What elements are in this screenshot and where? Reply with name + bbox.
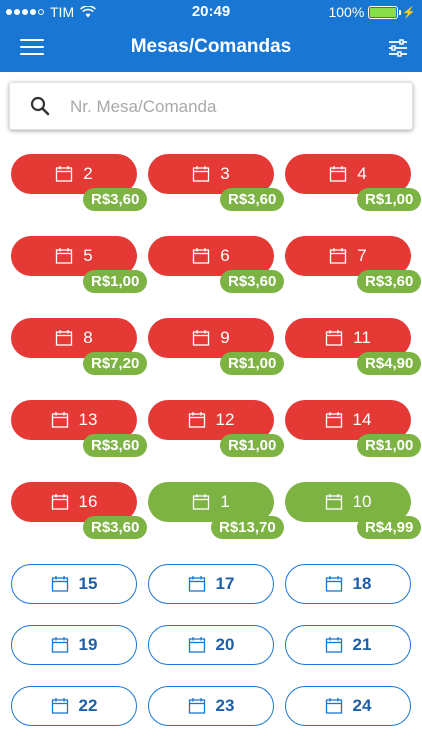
calendar-icon [192,493,210,511]
table-number: 23 [215,696,235,715]
table-amount-badge: R$4,99 [357,516,422,539]
table-24-button[interactable]: 24 [285,686,411,726]
calendar-icon [51,493,69,511]
calendar-icon [192,165,210,183]
table-amount-badge: R$3,60 [83,188,148,211]
calendar-icon [51,575,69,593]
table-18-button[interactable]: 18 [285,564,411,604]
table-20-button[interactable]: 20 [148,625,274,665]
table-17-button[interactable]: 17 [148,564,274,604]
table-amount-badge: R$3,60 [220,188,285,211]
table-number: 8 [83,328,93,347]
table-number: 15 [78,574,98,593]
calendar-icon [188,411,206,429]
table-number: 24 [352,696,372,715]
table-number: 14 [352,410,372,429]
table-number: 12 [215,410,235,429]
table-number: 5 [83,246,93,265]
table-22-button[interactable]: 22 [11,686,137,726]
calendar-icon [55,165,73,183]
table-number: 7 [357,246,367,265]
table-number: 19 [78,635,98,654]
table-amount-badge: R$3,60 [220,270,285,293]
calendar-icon [325,575,343,593]
tables-grid: 2 R$3,60 3 R$3,60 4 R$1,00 5 R$1,00 6 R$3,60 7 R$3,… [0,0,422,750]
calendar-icon [325,493,343,511]
table-amount-badge: R$13,70 [211,516,284,539]
table-amount-badge: R$4,90 [357,352,422,375]
table-number: 20 [215,635,235,654]
table-19-button[interactable]: 19 [11,625,137,665]
calendar-icon [188,697,206,715]
table-number: 2 [83,164,93,183]
calendar-icon [329,165,347,183]
calendar-icon [51,697,69,715]
calendar-icon [51,411,69,429]
table-amount-badge: R$3,60 [83,434,148,457]
calendar-icon [325,329,343,347]
table-number: 9 [220,328,230,347]
calendar-icon [55,247,73,265]
calendar-icon [188,636,206,654]
table-amount-badge: R$1,00 [357,434,422,457]
table-amount-badge: R$1,00 [83,270,148,293]
table-number: 6 [220,246,230,265]
table-number: 16 [78,492,98,511]
table-number: 13 [78,410,98,429]
table-number: 22 [78,696,98,715]
table-number: 17 [215,574,235,593]
calendar-icon [188,575,206,593]
table-amount-badge: R$3,60 [357,270,422,293]
table-number: 10 [352,492,372,511]
table-number: 3 [220,164,230,183]
table-amount-badge: R$1,00 [357,188,422,211]
table-23-button[interactable]: 23 [148,686,274,726]
table-number: 11 [353,328,371,347]
calendar-icon [325,697,343,715]
calendar-icon [325,636,343,654]
calendar-icon [192,329,210,347]
table-amount-badge: R$3,60 [83,516,148,539]
table-number: 4 [357,164,367,183]
calendar-icon [55,329,73,347]
table-number: 1 [220,492,230,511]
calendar-icon [325,411,343,429]
table-number: 21 [352,635,372,654]
calendar-icon [192,247,210,265]
calendar-icon [51,636,69,654]
table-amount-badge: R$1,00 [220,352,285,375]
table-amount-badge: R$7,20 [83,352,148,375]
table-21-button[interactable]: 21 [285,625,411,665]
calendar-icon [329,247,347,265]
table-number: 18 [352,574,372,593]
table-15-button[interactable]: 15 [11,564,137,604]
table-amount-badge: R$1,00 [220,434,285,457]
